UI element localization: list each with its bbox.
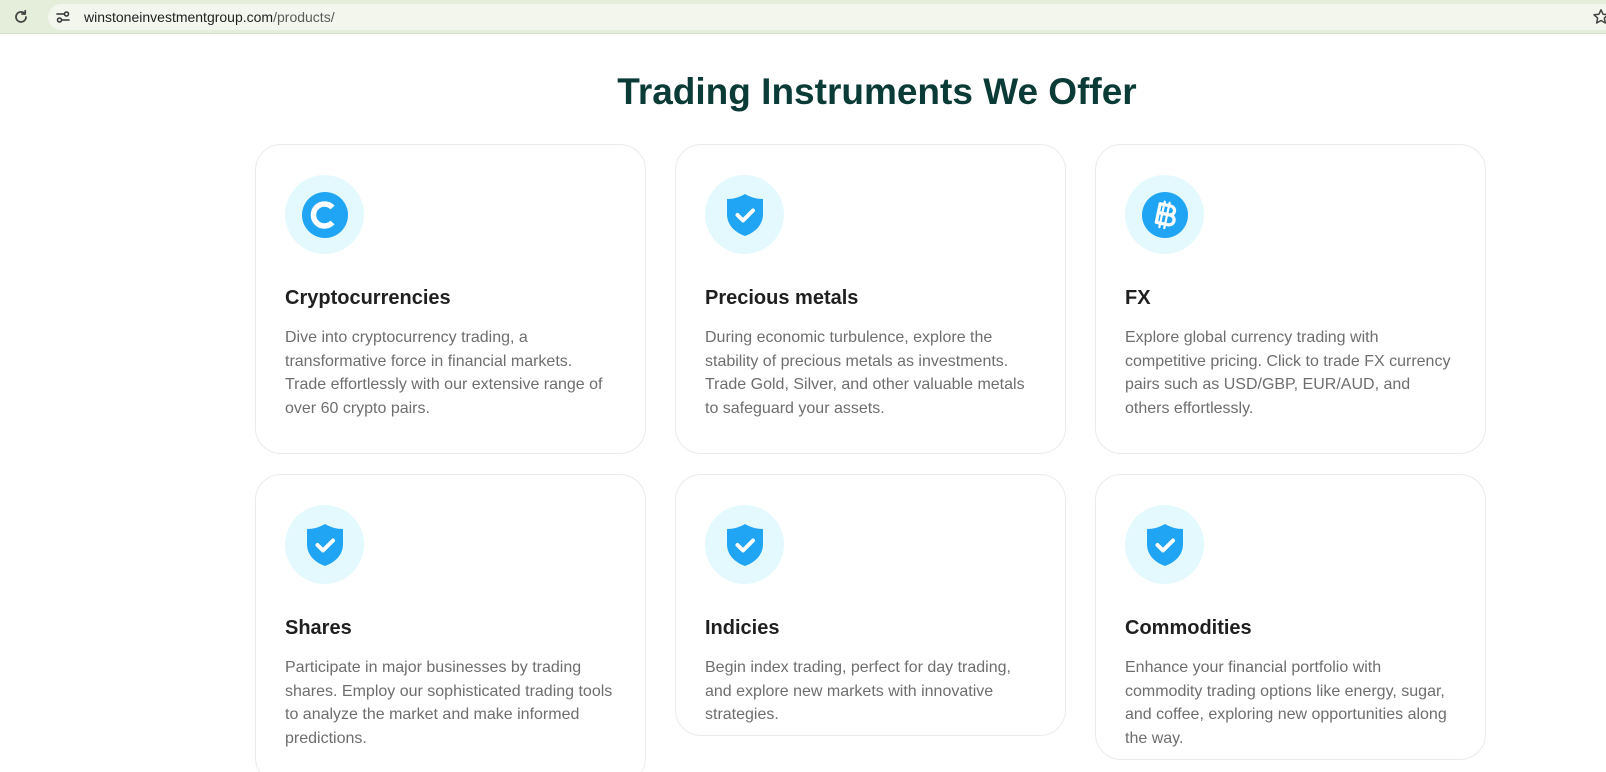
- browser-toolbar: winstoneinvestmentgroup.com/products/: [0, 0, 1606, 34]
- card-description: Participate in major businesses by tradi…: [285, 659, 613, 747]
- shield-check-icon: [726, 193, 763, 236]
- card-shares[interactable]: Shares Participate in major businesses b…: [255, 474, 646, 772]
- site-info-icon[interactable]: [52, 6, 74, 28]
- icon-badge: [705, 175, 784, 254]
- icon-badge: [705, 505, 784, 584]
- bookmark-star-icon[interactable]: [1592, 7, 1606, 27]
- card-description: Explore global currency trading with com…: [1125, 329, 1451, 417]
- url-path: /products/: [273, 9, 335, 25]
- card-cryptocurrencies[interactable]: Cryptocurrencies Dive into cryptocurrenc…: [255, 144, 646, 454]
- card-description: During economic turbulence, explore the …: [705, 329, 1025, 417]
- copyright-c-icon: [301, 191, 348, 238]
- shield-check-icon: [306, 523, 343, 566]
- page-title: Trading Instruments We Offer: [617, 71, 1137, 112]
- card-description: Dive into cryptocurrency trading, a tran…: [285, 329, 603, 417]
- shield-check-icon: [726, 523, 763, 566]
- card-title: Indicies: [705, 617, 780, 639]
- card-title: Precious metals: [705, 287, 859, 309]
- card-commodities[interactable]: Commodities Enhance your financial portf…: [1095, 474, 1486, 760]
- icon-badge: [1125, 505, 1204, 584]
- card-description: Begin index trading, perfect for day tra…: [705, 659, 1011, 724]
- card-title: Cryptocurrencies: [285, 287, 451, 309]
- url-domain: winstoneinvestmentgroup.com: [84, 9, 274, 25]
- bitcoin-icon: [1141, 191, 1188, 238]
- card-title: FX: [1125, 287, 1151, 309]
- address-bar[interactable]: winstoneinvestmentgroup.com/products/: [48, 4, 1606, 30]
- card-indicies[interactable]: Indicies Begin index trading, perfect fo…: [675, 474, 1066, 736]
- shield-check-icon: [1146, 523, 1183, 566]
- card-title: Commodities: [1125, 617, 1252, 639]
- reload-icon[interactable]: [10, 6, 32, 28]
- card-description: Enhance your financial portfolio with co…: [1125, 659, 1447, 747]
- card-title: Shares: [285, 617, 352, 639]
- icon-badge: [285, 505, 364, 584]
- icon-badge: [1125, 175, 1204, 254]
- url-text[interactable]: winstoneinvestmentgroup.com/products/: [84, 9, 335, 25]
- icon-badge: [285, 175, 364, 254]
- card-precious-metals[interactable]: Precious metals During economic turbulen…: [675, 144, 1066, 454]
- card-fx[interactable]: FX Explore global currency trading with …: [1095, 144, 1486, 454]
